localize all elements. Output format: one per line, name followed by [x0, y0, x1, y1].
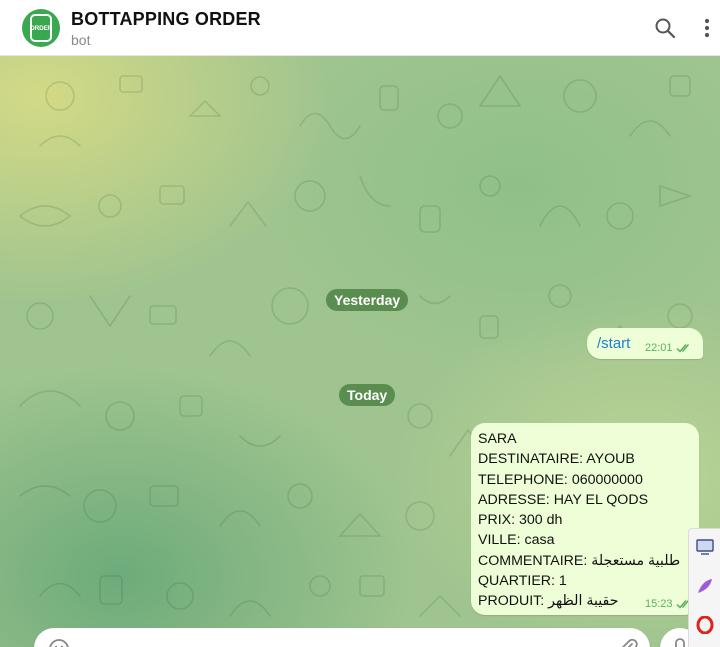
- message-meta: 15:23: [645, 598, 693, 610]
- order-line-phone: TELEPHONE: 060000000: [478, 471, 643, 488]
- order-line-name: SARA: [478, 431, 517, 447]
- bot-avatar[interactable]: ORDER: [22, 9, 60, 47]
- microphone-icon: [673, 638, 687, 647]
- dock-button-opera[interactable]: [695, 615, 715, 635]
- chat-header: ORDER BOTTAPPING ORDER bot: [0, 0, 720, 56]
- search-button[interactable]: [651, 14, 679, 42]
- order-line-comment: COMMENTAIRE: طلبية مستعجلة: [478, 552, 681, 569]
- order-line-city: VILLE: casa: [478, 532, 555, 549]
- order-logo-icon: ORDER: [30, 14, 52, 42]
- search-icon: [655, 18, 676, 39]
- order-details: SARA DESTINATAIRE: AYOUB TELEPHONE: 0600…: [478, 429, 696, 612]
- dock-button-screen[interactable]: [695, 537, 715, 557]
- date-divider-today: Today: [339, 384, 396, 406]
- side-dock: [688, 528, 720, 647]
- screen-icon: [696, 539, 714, 555]
- avatar-label: ORDER: [29, 24, 53, 32]
- emoji-icon[interactable]: [48, 638, 70, 647]
- attach-icon[interactable]: [618, 638, 638, 647]
- double-check-icon: [676, 344, 689, 353]
- message-time: 22:01: [645, 342, 673, 354]
- bot-command-link[interactable]: /start: [597, 335, 630, 352]
- order-message[interactable]: SARA DESTINATAIRE: AYOUB TELEPHONE: 0600…: [471, 423, 699, 615]
- dock-button-feather[interactable]: [695, 576, 715, 596]
- message-meta: 22:01: [645, 342, 693, 354]
- message-composer[interactable]: [34, 628, 650, 647]
- chat-subtitle: bot: [71, 32, 91, 48]
- date-divider-yesterday: Yesterday: [326, 289, 409, 311]
- more-vertical-icon: [704, 18, 710, 38]
- order-line-address: ADRESSE: HAY EL QODS: [478, 491, 649, 508]
- opera-icon: [696, 616, 714, 634]
- chat-title[interactable]: BOTTAPPING ORDER: [71, 9, 261, 30]
- chat-background: Yesterday Today /start 22:01 SARA DESTIN…: [0, 56, 720, 647]
- order-line-price: PRIX: 300 dh: [478, 512, 563, 529]
- order-line-district: QUARTIER: 1: [478, 573, 567, 590]
- message-input[interactable]: [78, 636, 602, 647]
- order-line-recipient: DESTINATAIRE: AYOUB: [478, 451, 635, 468]
- more-menu-button[interactable]: [693, 14, 720, 42]
- feather-icon: [698, 579, 712, 593]
- message-time: 15:23: [645, 598, 673, 610]
- outgoing-message[interactable]: /start 22:01: [587, 328, 703, 359]
